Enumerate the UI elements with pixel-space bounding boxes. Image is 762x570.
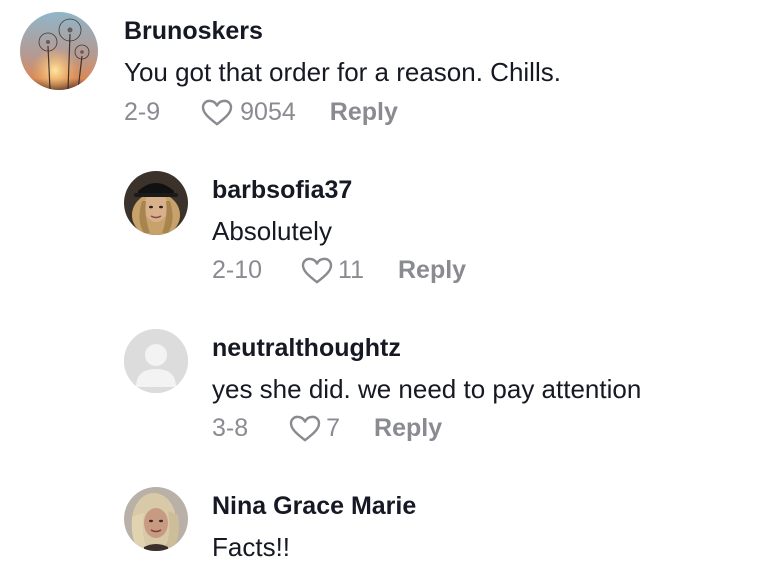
comment-date: 3-8 — [212, 414, 249, 442]
comment-text: Absolutely — [212, 216, 332, 246]
reply-button[interactable]: Reply — [330, 98, 398, 127]
avatar[interactable] — [124, 329, 188, 393]
comment-date: 2-9 — [124, 98, 161, 126]
like-count: 9054 — [240, 98, 296, 126]
default-user-avatar-icon — [124, 329, 188, 393]
heart-icon — [301, 257, 333, 283]
heart-icon — [289, 415, 321, 441]
dandelion-sunset-avatar-icon — [20, 12, 98, 90]
avatar[interactable] — [20, 12, 98, 90]
comment-date: 2-10 — [212, 256, 263, 284]
comment-username[interactable]: Nina Grace Marie — [212, 492, 416, 521]
reply-button[interactable]: Reply — [398, 256, 466, 285]
like-count: 7 — [326, 414, 341, 442]
comment-username[interactable]: Brunoskers — [124, 17, 263, 46]
like-button[interactable]: 9054 — [200, 98, 296, 127]
comment-text: Facts!! — [212, 532, 291, 562]
like-count: 11 — [338, 256, 364, 284]
comment-username[interactable]: barbsofia37 — [212, 176, 352, 205]
comment-meta: 2-9 9054 Reply — [124, 98, 398, 127]
comment-text: You got that order for a reason. Chills. — [124, 57, 561, 87]
heart-icon — [201, 99, 233, 125]
woman-cap-avatar-icon — [124, 171, 188, 235]
avatar[interactable] — [124, 171, 188, 235]
comment-meta: 3-8 7 Reply — [212, 414, 442, 443]
comment-username[interactable]: neutralthoughtz — [212, 334, 401, 363]
comment-meta: 2-10 11 Reply — [212, 256, 466, 285]
woman-blonde-avatar-icon — [124, 487, 188, 551]
avatar[interactable] — [124, 487, 188, 551]
like-button[interactable]: 11 — [300, 256, 364, 285]
like-button[interactable]: 7 — [288, 414, 340, 443]
comment-text: yes she did. we need to pay attention — [212, 374, 642, 404]
reply-button[interactable]: Reply — [374, 414, 442, 443]
